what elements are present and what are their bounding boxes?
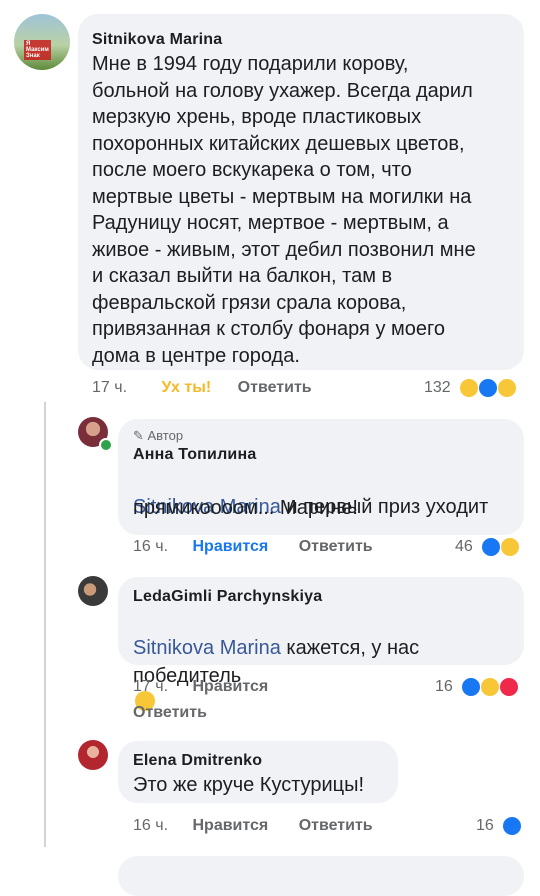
comment-text: Мне в 1994 году подарили корову, больной…	[92, 53, 476, 367]
author-badge-label: Автор	[147, 428, 184, 443]
haha-reaction-icon	[480, 677, 500, 697]
reaction-wow-label[interactable]: Ух ты!	[161, 379, 211, 397]
online-status-icon	[99, 438, 113, 452]
comment-time[interactable]: 16 ч.	[133, 817, 168, 835]
comment-time[interactable]: 17 ч.	[92, 379, 127, 397]
reaction-count[interactable]: 16	[435, 678, 453, 696]
reaction-count[interactable]: 46	[455, 538, 473, 556]
comment-author[interactable]: LedaGimli Parchynskiya	[133, 588, 322, 606]
reply-button[interactable]: Ответить	[299, 817, 373, 835]
love-reaction-icon	[499, 677, 519, 697]
reply-button[interactable]: Ответить	[133, 704, 207, 722]
reply-button[interactable]: Ответить	[238, 379, 312, 397]
comment-actions: 17 ч. Ух ты! Ответить	[92, 379, 312, 397]
comment-author[interactable]: Sitnikova Marina	[92, 31, 222, 49]
like-button[interactable]: Нравится	[192, 817, 268, 835]
pencil-icon: ✎	[133, 428, 148, 443]
avatar-overlay-text: Я Максим Знак	[24, 40, 51, 60]
like-reaction-icon	[502, 816, 522, 836]
reply-button[interactable]: Ответить	[299, 538, 373, 556]
comment-author[interactable]: Elena Dmitrenko	[133, 752, 262, 770]
avatar[interactable]	[78, 740, 108, 770]
comment-actions: 16 ч. Нравится Ответить	[133, 538, 373, 556]
thread-line	[44, 402, 46, 847]
comment-time[interactable]: 17 ч.	[133, 678, 168, 696]
reaction-count[interactable]: 16	[476, 817, 494, 835]
like-reaction-icon	[478, 378, 498, 398]
comment-actions: 16 ч. Нравится Ответить	[133, 817, 373, 835]
comment-bubble-partial	[118, 856, 524, 896]
like-button[interactable]: Нравится	[192, 538, 268, 556]
comment-time[interactable]: 16 ч.	[133, 538, 168, 556]
avatar[interactable]	[78, 576, 108, 606]
avatar[interactable]: Я Максим Знак	[14, 14, 70, 70]
haha-reaction-icon	[459, 378, 479, 398]
reaction-count[interactable]: 132	[424, 379, 451, 397]
author-badge: ✎ Автор	[133, 428, 183, 444]
comment-text-part: кажется, у нас	[280, 636, 420, 659]
like-reaction-icon	[461, 677, 481, 697]
comment-author[interactable]: Анна Топилина	[133, 446, 256, 464]
haha-reaction-icon	[500, 537, 520, 557]
comment-actions: 17 ч. Нравится	[133, 678, 268, 696]
like-button[interactable]: Нравится	[192, 678, 268, 696]
comment-text: Это же круче Кустурицы!	[133, 774, 365, 796]
wow-reaction-icon	[497, 378, 517, 398]
comment-text-line2: прямикоооом... Марине!	[133, 497, 358, 519]
like-reaction-icon	[481, 537, 501, 557]
